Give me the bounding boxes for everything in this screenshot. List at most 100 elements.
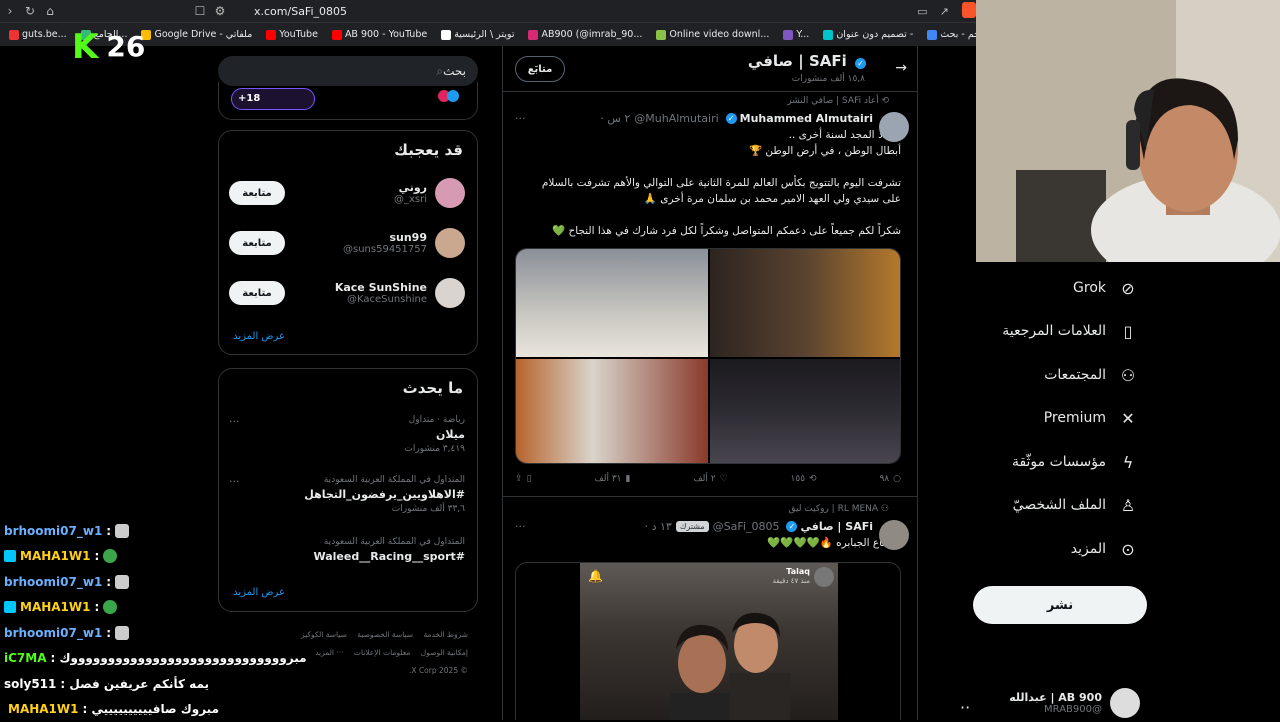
nav-verified-orgs[interactable]: ϟمؤسسات موثّقة — [1012, 452, 1138, 472]
tweet-video[interactable]: Talaq منذ ٤٧ دقيقة 🔔 — [515, 562, 901, 720]
follow-suggestion[interactable]: روني @_xsri متابعة — [229, 175, 465, 211]
chat-username[interactable]: MAHA1W1 — [8, 702, 79, 716]
avatar[interactable] — [435, 278, 465, 308]
more-icon[interactable]: ··· — [515, 520, 526, 533]
bookmark-item[interactable]: AB900 (@imrab_90... — [523, 29, 647, 40]
avatar[interactable] — [435, 228, 465, 258]
suggestion-name[interactable]: sun99 — [285, 231, 427, 244]
suggestion-name[interactable]: روني — [285, 181, 427, 194]
nav-more[interactable]: ⊙المزيد — [1071, 539, 1138, 559]
bookmark-item[interactable]: Google Drive - ملفاتي — [136, 29, 257, 40]
profile-header: → صافي | SAFi ✓ ١٥,٨ ألف منشورات متابَع — [503, 46, 918, 92]
chat-text: : — [106, 524, 111, 538]
brave-shield-icon[interactable] — [962, 2, 976, 18]
chat-username[interactable]: iC7MA — [4, 651, 47, 665]
nav-grok[interactable]: ⊘Grok — [1073, 278, 1138, 298]
trend-item[interactable]: المتداول في المملكة العربية السعودية #ال… — [229, 475, 465, 514]
tweet-handle[interactable]: @MuhAlmutairi — [634, 112, 718, 125]
reply-action[interactable]: ○٩٨ — [879, 474, 901, 484]
avatar[interactable] — [879, 520, 909, 550]
live-spaces-card[interactable]: +18 — [218, 82, 478, 120]
repost-action[interactable]: ⟲١٥٥ — [791, 474, 817, 484]
bookmark-item[interactable]: YouTube — [261, 29, 323, 40]
trend-item[interactable]: المتداول في المملكة العربية السعودية #Wa… — [229, 537, 465, 563]
share-icon[interactable]: ↗ — [940, 5, 949, 18]
avatar[interactable] — [879, 112, 909, 142]
reload-icon[interactable]: ↻ — [20, 4, 40, 18]
bookmark-item[interactable]: تويتر \ الرئيسية — [436, 29, 519, 40]
avatar[interactable] — [435, 178, 465, 208]
address-bar[interactable]: x.com/SaFi_0805 — [254, 5, 347, 18]
footer-link[interactable]: معلومات الإعلانات — [354, 648, 410, 657]
spaces-pill[interactable]: +18 — [231, 88, 315, 110]
chat-username[interactable]: MAHA1W1 — [20, 549, 91, 563]
chat-username[interactable]: soly511 — [4, 677, 56, 691]
show-more-link[interactable]: عرض المزيد — [233, 587, 285, 598]
nav-profile[interactable]: ♙الملف الشخصيّ — [1013, 495, 1138, 515]
trend-title[interactable]: #Waleed__Racing__sport — [229, 550, 465, 563]
post-button[interactable]: نشر — [973, 586, 1147, 624]
nav-bookmarks[interactable]: ▯العلامات المرجعية — [1002, 321, 1138, 341]
follow-button[interactable]: متابعة — [229, 181, 285, 205]
bookmark-item[interactable]: تصميم دون عنوان - — [818, 29, 918, 40]
back-arrow-icon[interactable]: → — [895, 60, 907, 76]
photo-trophy[interactable] — [516, 249, 708, 357]
tweet[interactable]: ⚇ RL MENA | روكيت ليق SAFi | صافي ✓ @SaF… — [503, 504, 918, 551]
tweet-image-grid[interactable] — [515, 248, 901, 464]
more-icon[interactable]: ··· — [515, 112, 526, 125]
notification-bell-icon[interactable]: 🔔 — [588, 569, 603, 583]
tweet[interactable]: ⟲ أعاد SAFi | صافي النشر Muhammed Almuta… — [503, 96, 918, 239]
chat-username[interactable]: brhoomi07_w1 — [4, 524, 102, 538]
footer-link[interactable]: ··· المزيد — [315, 648, 343, 657]
trend-title[interactable]: #الاهلاويين_يرفضون_التجاهل — [229, 488, 465, 501]
tweet-time[interactable]: · ٢ س — [600, 112, 630, 125]
bookmark-item[interactable]: guts.be... — [4, 29, 72, 40]
show-more-link[interactable]: عرض المزيد — [233, 331, 285, 342]
tweet-time[interactable]: · ١٣ د — [645, 520, 672, 533]
follow-suggestion[interactable]: Kace SunShine @KaceSunshine متابعة — [229, 275, 465, 311]
bookmark-item[interactable]: جم - بحث Google — [922, 29, 976, 40]
footer-link[interactable]: شروط الخدمة — [423, 630, 468, 639]
chat-username[interactable]: MAHA1W1 — [20, 600, 91, 614]
follow-suggestion[interactable]: sun99 @suns59451757 متابعة — [229, 225, 465, 261]
bookmark-action[interactable]: ▯⇪ — [515, 474, 532, 484]
footer-link[interactable]: سياسة الكوكيز — [301, 630, 347, 639]
bookmark-item[interactable]: Y... — [778, 29, 814, 40]
nav-communities[interactable]: ⚇المجتمعات — [1044, 365, 1138, 385]
footer-link[interactable]: إمكانية الوصول — [421, 648, 468, 657]
cast-icon[interactable]: ▭ — [917, 5, 927, 18]
photo-team[interactable] — [710, 359, 901, 464]
bookmark-item[interactable]: AB 900 - YouTube — [327, 29, 432, 40]
follow-button[interactable]: متابعة — [229, 231, 285, 255]
like-action[interactable]: ♡٢ ألف — [693, 474, 727, 484]
trend-meta: المتداول في المملكة العربية السعودية — [229, 537, 465, 547]
forward-icon[interactable]: › — [0, 4, 20, 18]
suggestion-name[interactable]: Kace SunShine — [285, 281, 427, 294]
more-icon[interactable]: ··· — [229, 415, 240, 428]
bookmark-page-icon[interactable]: ☐ — [190, 4, 210, 18]
footer-link[interactable]: سياسة الخصوصية — [357, 630, 413, 639]
video-frame[interactable]: Talaq منذ ٤٧ دقيقة 🔔 — [580, 563, 838, 720]
following-button[interactable]: متابَع — [515, 56, 565, 82]
home-icon[interactable]: ⌂ — [40, 4, 60, 18]
trend-title[interactable]: ميلان — [229, 428, 465, 441]
tweet-author[interactable]: SAFi | صافي — [800, 520, 873, 533]
site-settings-icon[interactable]: ⚙ — [210, 4, 230, 18]
account-switcher[interactable]: AB 900 | عبدالله @MRAB900 — [1009, 688, 1140, 718]
tweet-author[interactable]: Muhammed Almutairi — [740, 112, 873, 125]
photo-stage[interactable] — [516, 359, 708, 464]
more-icon[interactable]: ·· — [960, 698, 970, 717]
trend-item[interactable]: رياضة · متداول ميلان ٣,٤١٩ منشورات ··· — [229, 415, 465, 454]
photo-ceremony[interactable] — [710, 249, 901, 357]
views-action[interactable]: ▮٣١ ألف — [594, 474, 630, 484]
chat-username[interactable]: brhoomi07_w1 — [4, 575, 102, 589]
nav-premium[interactable]: ✕Premium — [1044, 408, 1138, 428]
avatar[interactable] — [1110, 688, 1140, 718]
heart-icon: ♡ — [720, 474, 728, 484]
chat-text: : — [106, 575, 111, 589]
more-icon[interactable]: ··· — [229, 475, 240, 488]
bookmark-item[interactable]: Online video downl... — [651, 29, 774, 40]
chat-username[interactable]: brhoomi07_w1 — [4, 626, 102, 640]
follow-button[interactable]: متابعة — [229, 281, 285, 305]
tweet-handle[interactable]: @SaFi_0805 — [713, 520, 780, 533]
